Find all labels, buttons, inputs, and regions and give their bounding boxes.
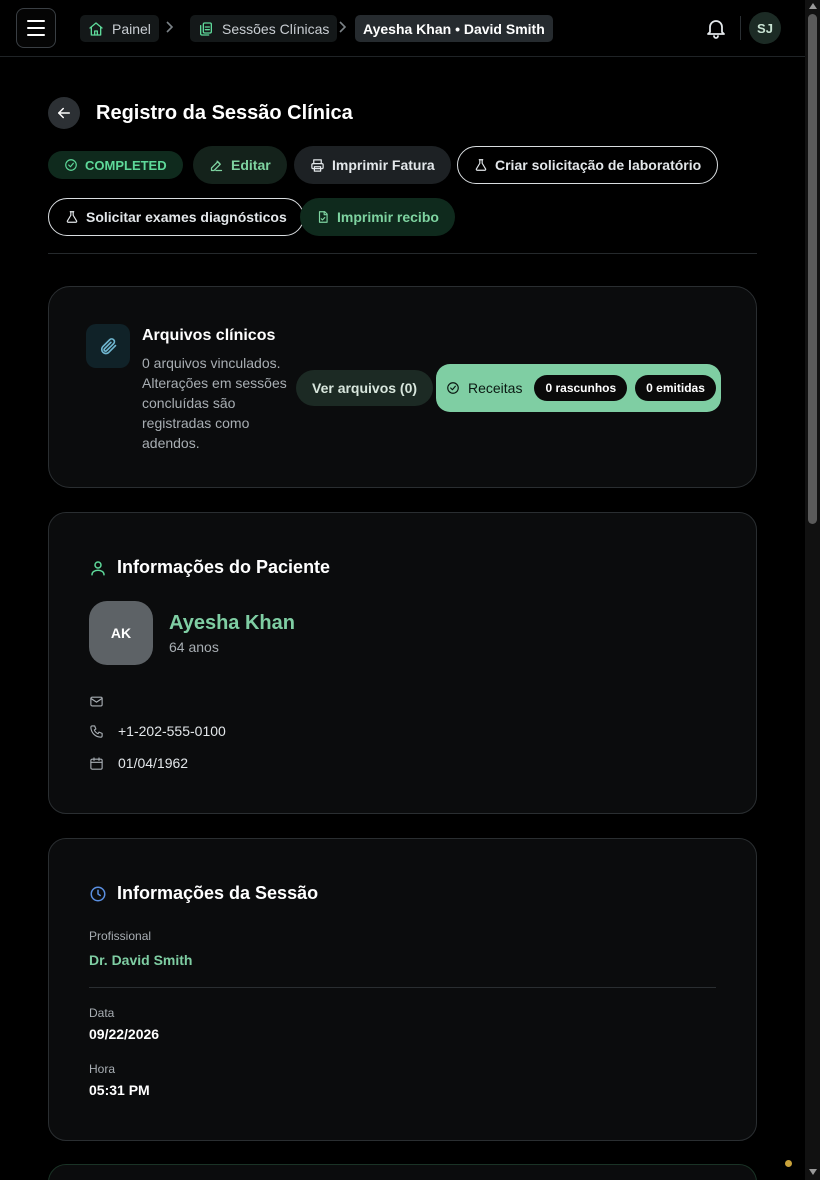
menu-icon-line: [27, 34, 45, 36]
breadcrumb-current: Ayesha Khan • David Smith: [355, 15, 553, 42]
patient-email-row: [89, 694, 118, 709]
print-invoice-label: Imprimir Fatura: [332, 157, 435, 173]
clock-icon: [90, 886, 106, 901]
files-title: Arquivos clínicos: [142, 327, 276, 344]
breadcrumb-label: Ayesha Khan • David Smith: [363, 20, 545, 37]
session-divider: [89, 987, 716, 988]
top-bar: Painel Sessões Clínicas Ayesha Khan • Da…: [0, 0, 805, 57]
request-diag-label: Solicitar exames diagnósticos: [86, 209, 287, 225]
chevron-right-icon: [165, 19, 175, 37]
back-button[interactable]: [48, 97, 80, 129]
date-label: Data: [89, 1006, 115, 1020]
breadcrumb-dashboard[interactable]: Painel: [80, 15, 159, 42]
session-time: 05:31 PM: [89, 1082, 150, 1098]
breadcrumb-sessions[interactable]: Sessões Clínicas: [190, 15, 338, 42]
edit-icon: [210, 160, 223, 171]
edit-button[interactable]: Editar: [193, 146, 287, 184]
printer-icon: [311, 158, 324, 172]
breadcrumb-label: Painel: [112, 20, 151, 37]
arrow-left-icon: [58, 107, 70, 119]
print-receipt-label: Imprimir recibo: [337, 209, 439, 225]
professional-name[interactable]: Dr. David Smith: [89, 952, 192, 968]
home-icon: [89, 21, 103, 36]
clinical-files-card: Arquivos clínicos 0 arquivos vinculados.…: [48, 286, 757, 488]
prescriptions-panel[interactable]: Receitas 0 rascunhos 0 emitidas: [436, 364, 721, 412]
professional-label: Profissional: [89, 929, 152, 943]
chevron-right-icon: [338, 19, 348, 37]
print-invoice-button[interactable]: Imprimir Fatura: [294, 146, 451, 184]
patient-phone-row: +1-202-555-0100: [89, 723, 226, 739]
issued-badge: 0 emitidas: [635, 375, 716, 401]
notifications-button[interactable]: [704, 16, 728, 40]
flask-icon: [66, 211, 78, 223]
user-avatar[interactable]: SJ: [749, 12, 781, 44]
drafts-badge: 0 rascunhos: [534, 375, 628, 401]
patient-birthdate-row: 01/04/1962: [89, 755, 188, 771]
file-icon: [318, 211, 328, 223]
patient-age: 64 anos: [169, 639, 219, 655]
session-date: 09/22/2026: [89, 1026, 160, 1042]
view-files-button[interactable]: Ver arquivos (0): [296, 370, 434, 406]
files-description: 0 arquivos vinculados. Alterações em ses…: [142, 355, 287, 451]
paperclip-icon: [100, 338, 117, 355]
menu-icon-line: [27, 20, 45, 22]
patient-section-title-text: Informações do Paciente: [117, 557, 331, 577]
clipboard-icon: [200, 21, 212, 36]
patient-section-title: Informações do Paciente: [89, 557, 330, 578]
page-title: Registro da Sessão Clínica: [96, 102, 353, 124]
check-circle-icon: [65, 159, 77, 171]
paperclip-icon-box: [86, 324, 130, 368]
scroll-down-arrow[interactable]: [809, 1169, 817, 1175]
mail-icon: [90, 696, 103, 707]
patient-name[interactable]: Ayesha Khan: [169, 612, 295, 635]
check-circle-icon: [447, 382, 459, 394]
header-divider: [48, 253, 757, 254]
user-icon: [91, 560, 105, 575]
session-section-title-text: Informações da Sessão: [117, 883, 319, 903]
prescriptions-label: Receitas: [468, 380, 523, 396]
status-dot: [785, 1160, 792, 1167]
session-section-title: Informações da Sessão: [89, 883, 318, 904]
phone-icon: [90, 724, 103, 738]
menu-icon-line: [27, 27, 45, 29]
status-badge: COMPLETED: [48, 151, 183, 179]
patient-phone: +1-202-555-0100: [118, 723, 226, 739]
scroll-thumb[interactable]: [808, 14, 817, 524]
patient-info-card: Informações do Paciente AK Ayesha Khan 6…: [48, 512, 757, 814]
scrollbar[interactable]: [805, 0, 820, 1180]
bell-icon: [707, 20, 725, 39]
scroll-up-arrow[interactable]: [809, 3, 817, 9]
status-label: COMPLETED: [85, 157, 167, 173]
patient-avatar: AK: [89, 601, 153, 665]
divider: [740, 16, 741, 40]
create-lab-request-button[interactable]: Criar solicitação de laboratório: [457, 146, 719, 184]
request-diagnostics-button[interactable]: Solicitar exames diagnósticos: [48, 198, 304, 236]
print-receipt-button[interactable]: Imprimir recibo: [300, 198, 455, 236]
time-label: Hora: [89, 1062, 116, 1076]
breadcrumb-label: Sessões Clínicas: [222, 20, 330, 37]
flask-icon: [475, 159, 487, 171]
edit-label: Editar: [231, 157, 271, 173]
calendar-icon: [90, 756, 103, 770]
patient-birthdate: 01/04/1962: [118, 755, 189, 771]
next-card: [48, 1164, 757, 1180]
menu-button[interactable]: [16, 8, 56, 48]
session-info-card: Informações da Sessão Profissional Dr. D…: [48, 838, 757, 1141]
create-lab-label: Criar solicitação de laboratório: [495, 157, 702, 173]
